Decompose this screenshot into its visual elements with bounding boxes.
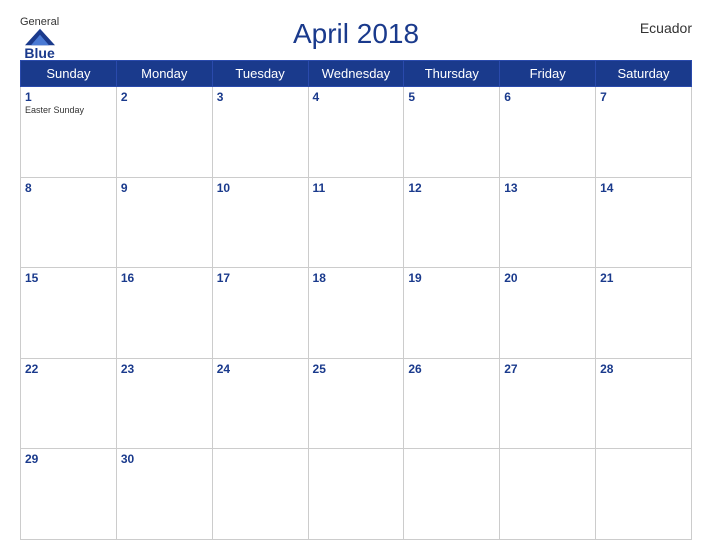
calendar-cell: 25 xyxy=(308,358,404,449)
day-number: 20 xyxy=(504,271,591,285)
day-number: 2 xyxy=(121,90,208,104)
day-number: 5 xyxy=(408,90,495,104)
day-header-thursday: Thursday xyxy=(404,61,500,87)
day-number: 28 xyxy=(600,362,687,376)
day-number: 6 xyxy=(504,90,591,104)
calendar-cell: 22 xyxy=(21,358,117,449)
day-number: 29 xyxy=(25,452,112,466)
day-number: 10 xyxy=(217,181,304,195)
day-number: 17 xyxy=(217,271,304,285)
calendar-cell: 27 xyxy=(500,358,596,449)
logo: General Blue xyxy=(20,16,59,60)
calendar-cell xyxy=(308,449,404,540)
calendar-cell: 10 xyxy=(212,177,308,268)
day-number: 19 xyxy=(408,271,495,285)
calendar-cell: 29 xyxy=(21,449,117,540)
calendar-cell: 12 xyxy=(404,177,500,268)
day-number: 26 xyxy=(408,362,495,376)
day-number: 16 xyxy=(121,271,208,285)
logo-icon xyxy=(25,28,55,46)
logo-general: General xyxy=(20,16,59,28)
day-number: 23 xyxy=(121,362,208,376)
day-number: 21 xyxy=(600,271,687,285)
day-number: 14 xyxy=(600,181,687,195)
day-number: 7 xyxy=(600,90,687,104)
calendar-table: SundayMondayTuesdayWednesdayThursdayFrid… xyxy=(20,60,692,540)
calendar-cell: 16 xyxy=(116,268,212,359)
day-number: 27 xyxy=(504,362,591,376)
day-number: 25 xyxy=(313,362,400,376)
calendar-week-4: 22 23 24 25 26 27 28 xyxy=(21,358,692,449)
calendar-cell: 11 xyxy=(308,177,404,268)
calendar-cell: 19 xyxy=(404,268,500,359)
calendar-cell: 5 xyxy=(404,87,500,178)
calendar-week-5: 29 30 xyxy=(21,449,692,540)
day-number: 15 xyxy=(25,271,112,285)
calendar-cell: 14 xyxy=(596,177,692,268)
calendar-cell: 6 xyxy=(500,87,596,178)
calendar-cell: 28 xyxy=(596,358,692,449)
calendar-cell: 2 xyxy=(116,87,212,178)
calendar-cell: 13 xyxy=(500,177,596,268)
calendar-cell: 26 xyxy=(404,358,500,449)
calendar-cell: 17 xyxy=(212,268,308,359)
day-number: 1 xyxy=(25,90,112,104)
country-label: Ecuador xyxy=(640,20,692,36)
calendar-cell xyxy=(500,449,596,540)
calendar-cell xyxy=(404,449,500,540)
calendar-cell: 20 xyxy=(500,268,596,359)
day-number: 8 xyxy=(25,181,112,195)
calendar-week-1: 1Easter Sunday 234567 xyxy=(21,87,692,178)
day-header-wednesday: Wednesday xyxy=(308,61,404,87)
day-number: 4 xyxy=(313,90,400,104)
day-number: 3 xyxy=(217,90,304,104)
calendar-header-row: SundayMondayTuesdayWednesdayThursdayFrid… xyxy=(21,61,692,87)
logo-blue: Blue xyxy=(24,46,54,60)
calendar-cell: 8 xyxy=(21,177,117,268)
day-number: 18 xyxy=(313,271,400,285)
calendar-week-3: 15 16 17 18 19 20 21 xyxy=(21,268,692,359)
day-number: 11 xyxy=(313,181,400,195)
calendar-cell: 1Easter Sunday xyxy=(21,87,117,178)
day-number: 12 xyxy=(408,181,495,195)
calendar-cell xyxy=(596,449,692,540)
calendar-cell: 23 xyxy=(116,358,212,449)
calendar-cell: 24 xyxy=(212,358,308,449)
day-number: 30 xyxy=(121,452,208,466)
day-header-tuesday: Tuesday xyxy=(212,61,308,87)
calendar-cell xyxy=(212,449,308,540)
calendar-cell: 3 xyxy=(212,87,308,178)
day-number: 9 xyxy=(121,181,208,195)
day-header-friday: Friday xyxy=(500,61,596,87)
calendar-title: April 2018 xyxy=(293,18,419,50)
event-label: Easter Sunday xyxy=(25,105,112,115)
calendar-cell: 18 xyxy=(308,268,404,359)
calendar-header: General Blue April 2018 Ecuador xyxy=(20,10,692,54)
calendar-cell: 7 xyxy=(596,87,692,178)
calendar-cell: 9 xyxy=(116,177,212,268)
day-header-monday: Monday xyxy=(116,61,212,87)
calendar-cell: 30 xyxy=(116,449,212,540)
calendar-cell: 15 xyxy=(21,268,117,359)
day-number: 22 xyxy=(25,362,112,376)
day-number: 24 xyxy=(217,362,304,376)
calendar-cell: 4 xyxy=(308,87,404,178)
calendar-cell: 21 xyxy=(596,268,692,359)
calendar-week-2: 89 10 11 12 13 14 xyxy=(21,177,692,268)
day-header-saturday: Saturday xyxy=(596,61,692,87)
day-header-sunday: Sunday xyxy=(21,61,117,87)
day-number: 13 xyxy=(504,181,591,195)
